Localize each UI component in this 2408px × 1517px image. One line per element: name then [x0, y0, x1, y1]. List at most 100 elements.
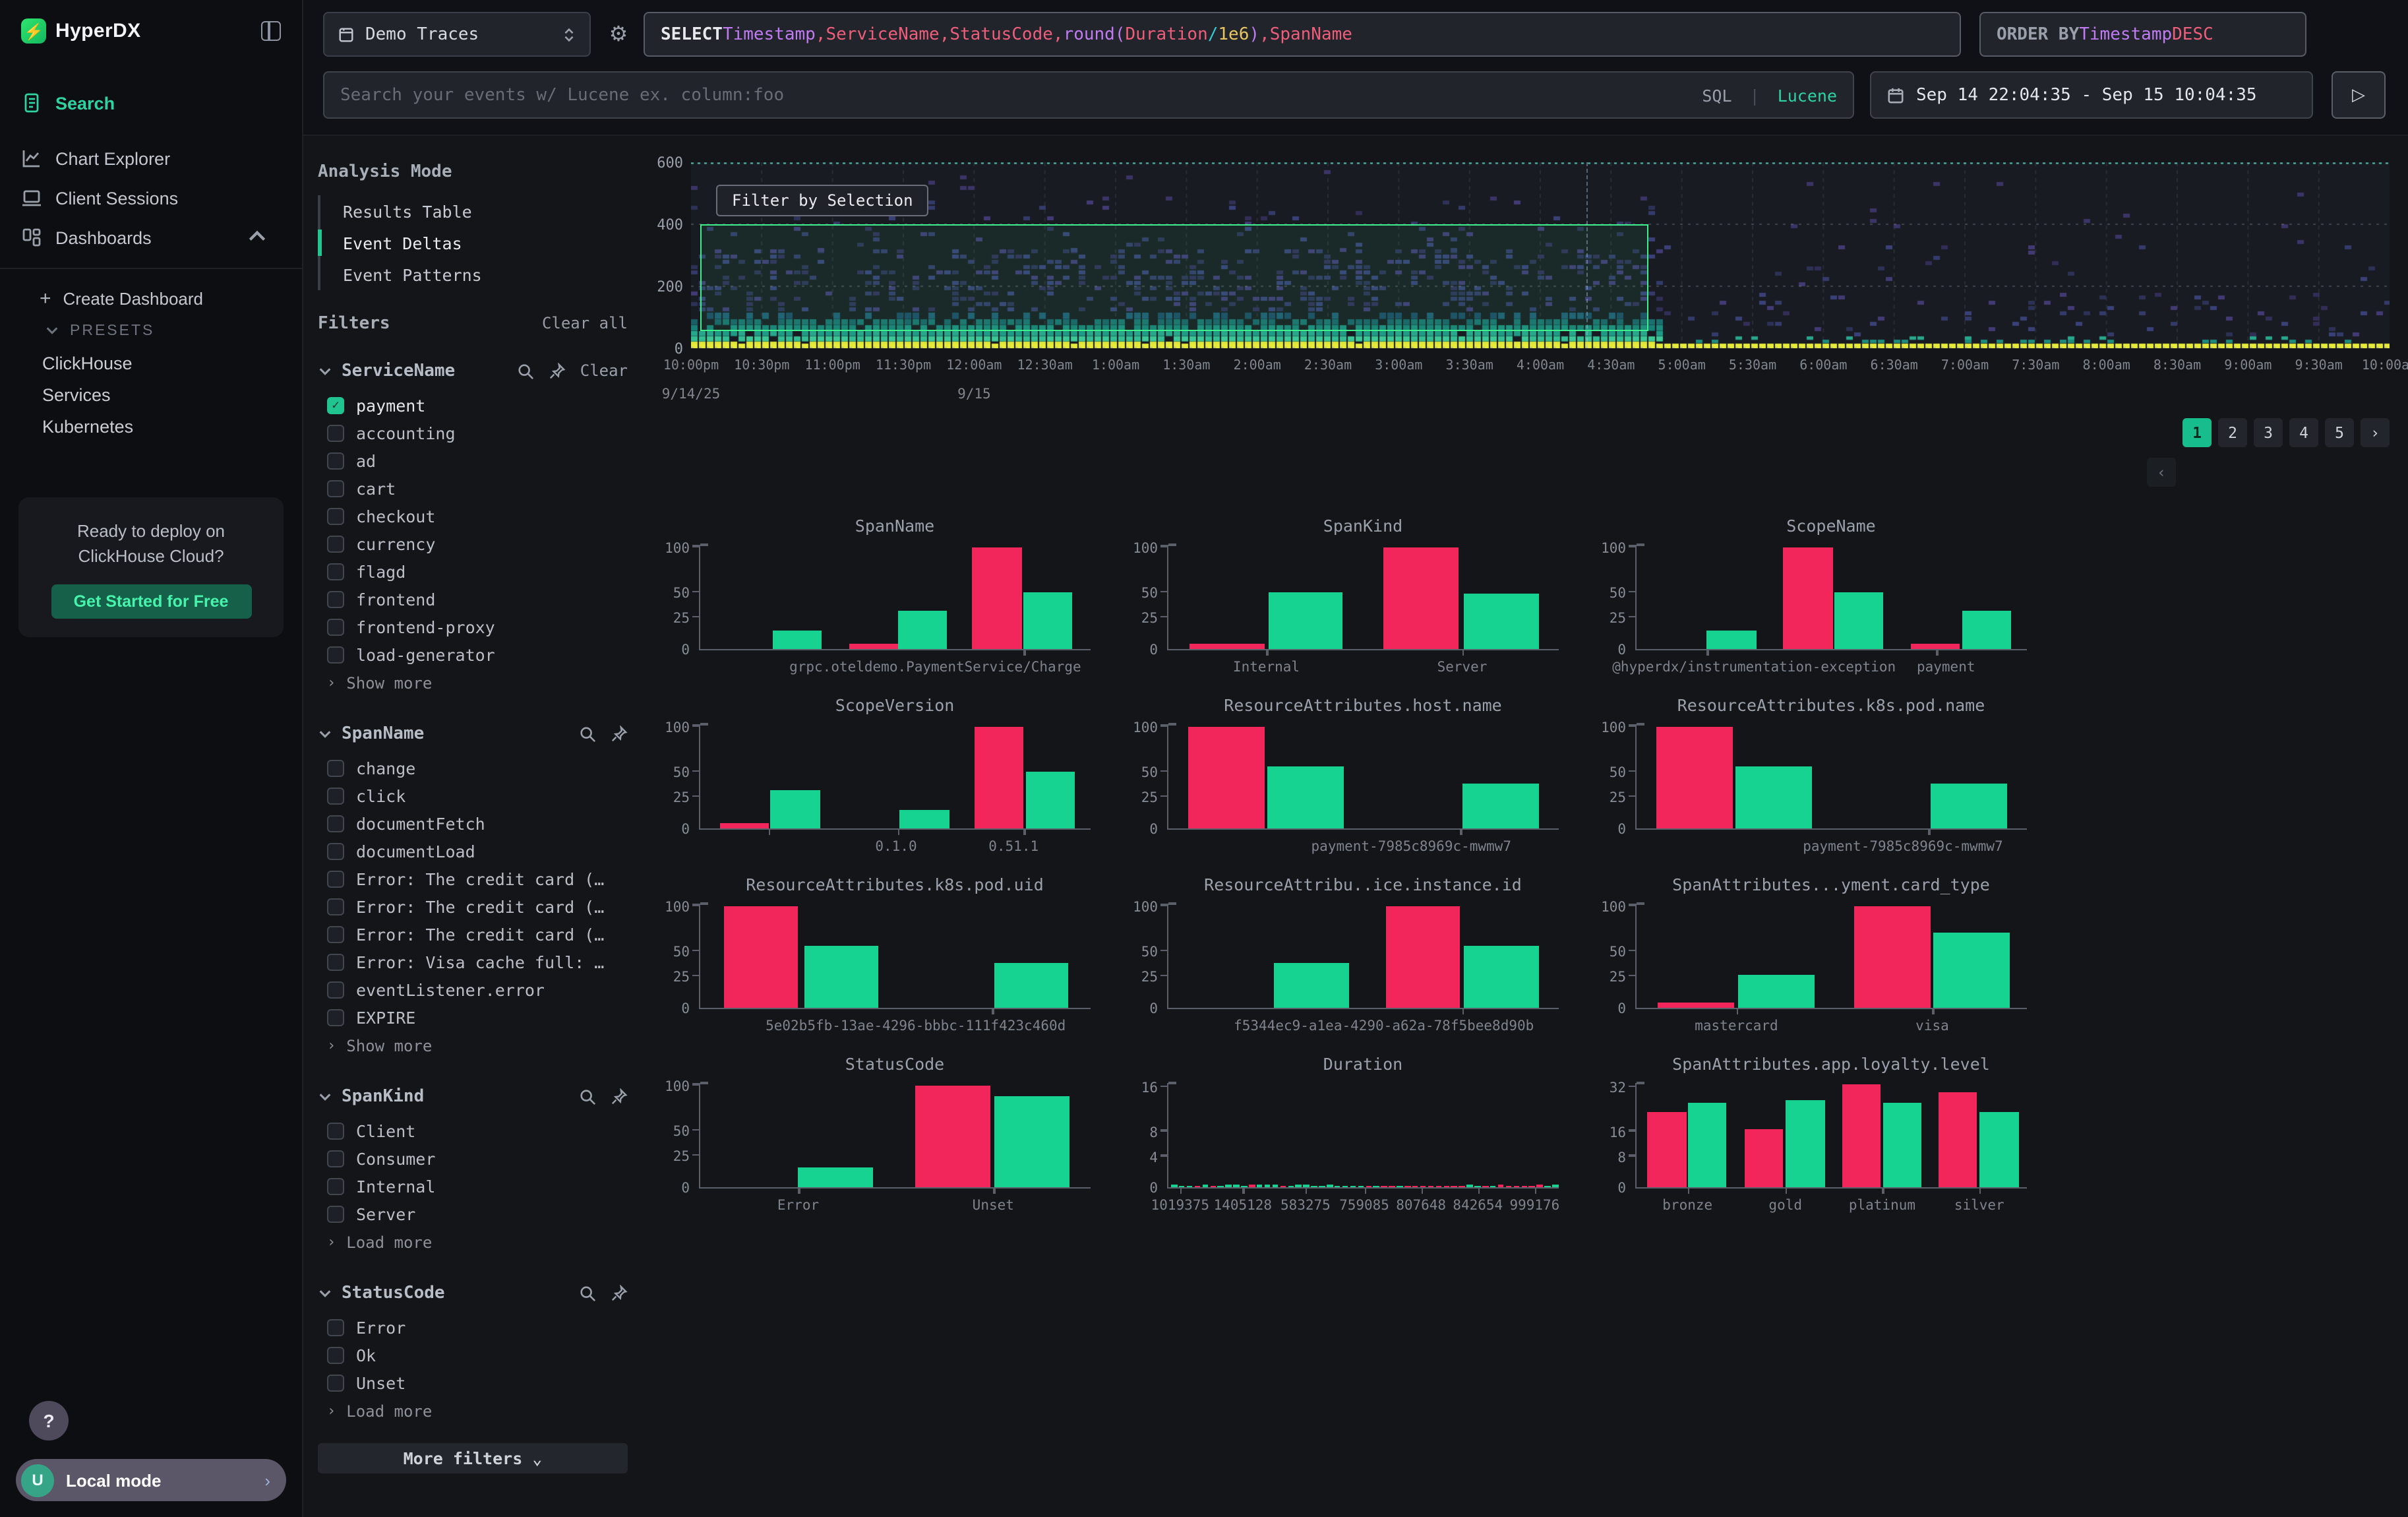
heatmap-plot[interactable]: Filter by Selection — [691, 162, 2390, 348]
filter-option[interactable]: EXPIRE — [318, 1004, 628, 1032]
filter-option[interactable]: Error: Visa cache full: … — [318, 948, 628, 976]
checkbox-unchecked[interactable] — [327, 981, 344, 999]
pagination-page-1[interactable]: 1 — [2182, 418, 2212, 447]
clear-all-button[interactable]: Clear all — [542, 314, 628, 332]
pagination-page-2[interactable]: 2 — [2218, 418, 2247, 447]
checkbox-unchecked[interactable] — [327, 452, 344, 470]
run-query-button[interactable]: ▷ — [2332, 71, 2386, 119]
filter-option[interactable]: change — [318, 755, 628, 782]
order-by-editor[interactable]: ORDER BY Timestamp DESC — [1979, 12, 2306, 57]
filter-option[interactable]: frontend-proxy — [318, 613, 628, 641]
checkbox-unchecked[interactable] — [327, 871, 344, 888]
checkbox-unchecked[interactable] — [327, 425, 344, 442]
checkbox-unchecked[interactable] — [327, 1375, 344, 1392]
gear-icon[interactable]: ⚙ — [604, 21, 633, 47]
filter-group-name[interactable]: ServiceName — [342, 361, 455, 381]
filter-option[interactable]: Internal — [318, 1173, 628, 1200]
sidebar-item-create-dashboard[interactable]: + Create Dashboard — [0, 282, 302, 314]
filter-show-more-link[interactable]: ›Show more — [318, 669, 628, 697]
checkbox-unchecked[interactable] — [327, 1319, 344, 1336]
checkbox-unchecked[interactable] — [327, 926, 344, 943]
more-filters-button[interactable]: More filters ⌄ — [318, 1443, 628, 1473]
checkbox-unchecked[interactable] — [327, 619, 344, 636]
filter-option[interactable]: Server — [318, 1200, 628, 1228]
checkbox-unchecked[interactable] — [327, 1123, 344, 1140]
heatmap-canvas[interactable] — [691, 162, 2390, 348]
filter-group-name[interactable]: SpanName — [342, 724, 424, 743]
select-clause-editor[interactable]: SELECT Timestamp, ServiceName, StatusCod… — [644, 12, 1961, 57]
filter-option[interactable]: Ok — [318, 1342, 628, 1369]
pagination-next-button[interactable]: › — [2361, 418, 2390, 447]
sidebar-presets-toggle[interactable]: PRESETS — [0, 314, 302, 347]
sidebar-item-dashboards[interactable]: Dashboards — [0, 218, 302, 257]
chevron-down-icon[interactable] — [318, 726, 332, 741]
user-menu[interactable]: U Local mode › — [16, 1459, 286, 1501]
sidebar-collapse-icon[interactable] — [261, 21, 281, 41]
lang-lucene[interactable]: Lucene — [1778, 85, 1837, 105]
filter-option[interactable]: Error: The credit card (… — [318, 921, 628, 948]
analysis-mode-results-table[interactable]: Results Table — [320, 195, 628, 227]
sidebar-preset-kubernetes[interactable]: Kubernetes — [0, 410, 302, 442]
checkbox-unchecked[interactable] — [327, 1347, 344, 1364]
filter-show-more-link[interactable]: ›Show more — [318, 1032, 628, 1059]
checkbox-unchecked[interactable] — [327, 591, 344, 608]
checkbox-unchecked[interactable] — [327, 1178, 344, 1195]
pin-icon[interactable] — [611, 1088, 628, 1105]
chevron-down-icon[interactable] — [318, 1089, 332, 1103]
pin-icon[interactable] — [549, 362, 566, 379]
checkbox-unchecked[interactable] — [327, 1009, 344, 1026]
checkbox-unchecked[interactable] — [327, 843, 344, 860]
search-icon[interactable] — [517, 362, 534, 379]
sidebar-preset-clickhouse[interactable]: ClickHouse — [0, 347, 302, 379]
checkbox-unchecked[interactable] — [327, 788, 344, 805]
filter-option[interactable]: frontend — [318, 586, 628, 613]
clear-filter-button[interactable]: Clear — [580, 361, 628, 380]
pin-icon[interactable] — [611, 725, 628, 742]
filter-option[interactable]: Error: The credit card (… — [318, 893, 628, 921]
checkbox-unchecked[interactable] — [327, 563, 344, 580]
filter-option[interactable]: currency — [318, 530, 628, 558]
filter-option[interactable]: cart — [318, 475, 628, 503]
filter-option[interactable]: Error: The credit card (… — [318, 865, 628, 893]
filter-option[interactable]: documentLoad — [318, 838, 628, 865]
filter-option[interactable]: load-generator — [318, 641, 628, 669]
sidebar-item-search[interactable]: Search — [0, 83, 302, 123]
filter-option[interactable]: Client — [318, 1117, 628, 1145]
checkbox-unchecked[interactable] — [327, 1206, 344, 1223]
filter-load-more-link[interactable]: ›Load more — [318, 1228, 628, 1256]
filter-option[interactable]: eventListener.error — [318, 976, 628, 1004]
checkbox-unchecked[interactable] — [327, 536, 344, 553]
sidebar-preset-services[interactable]: Services — [0, 379, 302, 410]
sidebar-item-chart-explorer[interactable]: Chart Explorer — [0, 139, 302, 178]
pagination-page-4[interactable]: 4 — [2289, 418, 2318, 447]
pin-icon[interactable] — [611, 1284, 628, 1301]
filter-option[interactable]: accounting — [318, 419, 628, 447]
sidebar-item-client-sessions[interactable]: Client Sessions — [0, 178, 302, 218]
filter-option[interactable]: documentFetch — [318, 810, 628, 838]
analysis-mode-event-deltas[interactable]: Event Deltas — [320, 227, 628, 259]
search-icon[interactable] — [579, 1284, 596, 1301]
checkbox-unchecked[interactable] — [327, 954, 344, 971]
filter-option[interactable]: click — [318, 782, 628, 810]
filter-option[interactable]: checkout — [318, 503, 628, 530]
date-range-picker[interactable]: Sep 14 22:04:35 - Sep 15 10:04:35 — [1870, 71, 2313, 119]
analysis-mode-event-patterns[interactable]: Event Patterns — [320, 259, 628, 290]
lang-sql[interactable]: SQL — [1702, 85, 1731, 105]
checkbox-unchecked[interactable] — [327, 508, 344, 525]
filter-option[interactable]: ad — [318, 447, 628, 475]
filter-by-selection-button[interactable]: Filter by Selection — [716, 185, 929, 216]
filter-option[interactable]: flagd — [318, 558, 628, 586]
source-select[interactable]: Demo Traces — [323, 12, 591, 57]
filter-option[interactable]: Error — [318, 1314, 628, 1342]
checkbox-unchecked[interactable] — [327, 760, 344, 777]
search-input[interactable] — [340, 85, 1702, 105]
search-icon[interactable] — [579, 1088, 596, 1105]
pagination-page-3[interactable]: 3 — [2254, 418, 2283, 447]
chevron-down-icon[interactable] — [318, 363, 332, 378]
help-button[interactable]: ? — [29, 1401, 69, 1440]
checkbox-unchecked[interactable] — [327, 480, 344, 497]
pagination-prev-button[interactable]: ‹ — [2147, 458, 2176, 487]
filter-option[interactable]: ✓payment — [318, 392, 628, 419]
pagination-page-5[interactable]: 5 — [2325, 418, 2354, 447]
checkbox-unchecked[interactable] — [327, 646, 344, 664]
